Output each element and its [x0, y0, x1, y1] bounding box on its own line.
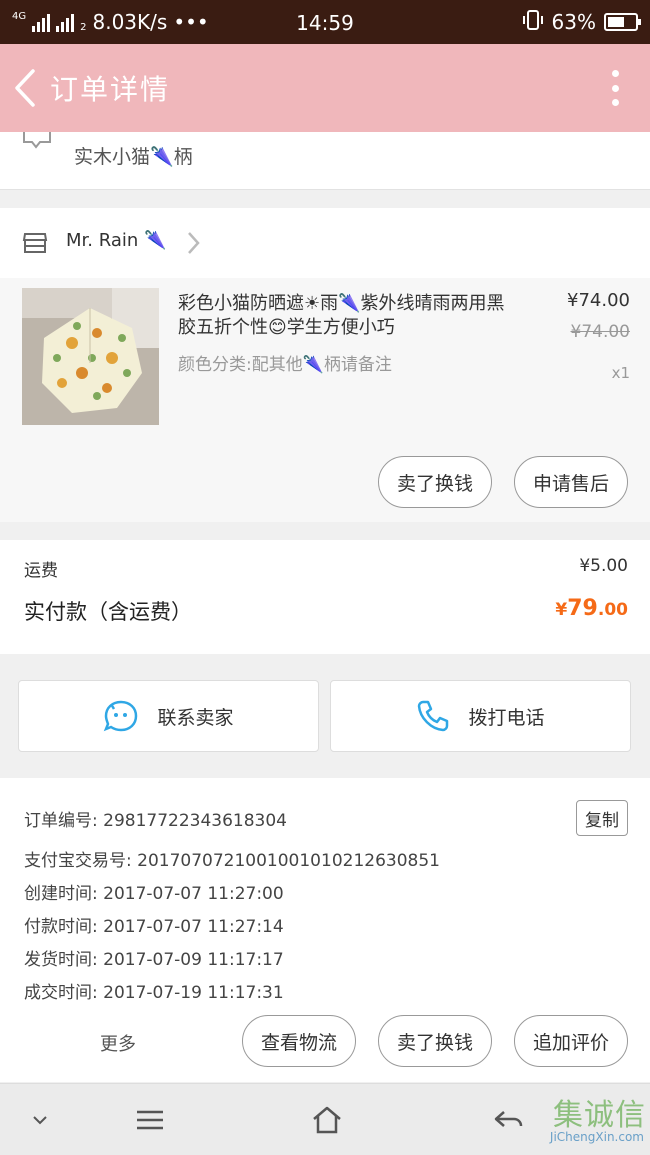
product-image[interactable] [22, 288, 159, 425]
order-number: 订单编号: 2981772234361830​4 [24, 811, 288, 831]
chat-bubble-icon [104, 700, 138, 732]
product-quantity: x1 [611, 364, 630, 382]
order-info-section: 订单编号: 2981772234361830​4 复制 支付宝交易号: 2017… [0, 778, 650, 1082]
back-nav-icon[interactable] [486, 1084, 530, 1155]
after-sale-button[interactable]: 申请售后 [514, 456, 628, 508]
paid-decimal: .00 [597, 600, 628, 620]
status-right: 63% [522, 9, 641, 36]
alipay-number: 支付宝交易号: 2017070721001001010212630851 [24, 851, 440, 871]
product-sku: 颜色分类:配其他🌂柄请备注 [178, 355, 392, 375]
menu-icon[interactable] [128, 1084, 172, 1155]
watermark-glyphs: 集诚信 [553, 1098, 646, 1133]
shipped-time: 发货时间: 2017-07-09 11:17:17 [24, 950, 284, 970]
copy-button[interactable]: 复制 [576, 800, 628, 836]
paid-time: 付款时间: 2017-07-07 11:27:14 [24, 917, 284, 937]
network-speed: 8.03K/s [92, 10, 168, 34]
chevron-right-icon [186, 230, 200, 260]
shop-icon [22, 231, 48, 259]
product-title[interactable]: 彩色小猫防晒遮☀雨🌂紫外线晴雨两用黑胶五折个性😊学生方便小巧 [178, 292, 518, 340]
back-arrow-icon [15, 69, 35, 107]
sim-label: 2 [80, 21, 87, 33]
paid-integer: 79 [567, 596, 598, 621]
product-original-price: ¥74.00 [570, 322, 630, 342]
home-icon[interactable] [305, 1084, 349, 1155]
add-review-button[interactable]: 追加评价 [514, 1015, 628, 1067]
call-button[interactable]: 拨打电话 [330, 680, 631, 752]
more-link[interactable]: 更多 [100, 1030, 136, 1056]
back-button[interactable] [0, 44, 50, 132]
contact-seller-button[interactable]: 联系卖家 [18, 680, 319, 752]
shop-name[interactable]: Mr. Rain 🌂 [66, 230, 166, 251]
chevron-down-icon[interactable] [20, 1084, 60, 1155]
notification-dots: ••• [173, 10, 209, 34]
more-menu-icon[interactable] [610, 70, 620, 106]
status-left: 4G 2 8.03K/s ••• [12, 10, 522, 34]
created-time: 创建时间: 2017-07-07 11:27:00 [24, 884, 284, 904]
shipping-value: ¥5.00 [579, 556, 628, 576]
view-logistics-button[interactable]: 查看物流 [242, 1015, 356, 1067]
paid-label: 实付款（含运费） [24, 600, 192, 624]
fee-section: 运费 ¥5.00 实付款（含运费） ¥79.00 [0, 540, 650, 654]
resell-bottom-button[interactable]: 卖了换钱 [378, 1015, 492, 1067]
paid-value: ¥79.00 [555, 596, 628, 621]
shop-row[interactable]: Mr. Rain 🌂 [0, 208, 650, 278]
completed-time: 成交时间: 2017-07-19 11:17:31 [24, 983, 284, 1003]
contact-seller-label: 联系卖家 [157, 706, 234, 729]
resell-button[interactable]: 卖了换钱 [378, 456, 492, 508]
contact-row: 联系卖家 拨打电话 [0, 680, 650, 752]
remark-section: 实木小猫🌂柄 [0, 132, 650, 190]
order-item[interactable]: 彩色小猫防晒遮☀雨🌂紫外线晴雨两用黑胶五折个性😊学生方便小巧 颜色分类:配其他🌂… [0, 278, 650, 522]
status-bar: 4G 2 8.03K/s ••• 14:59 63% [0, 0, 650, 44]
battery-fill [608, 17, 625, 27]
page-title: 订单详情 [50, 73, 171, 106]
vibrate-icon [522, 9, 544, 36]
watermark-url: JiChengXin.com [549, 1130, 644, 1144]
signal-icon [32, 12, 51, 32]
network-label: 4G [12, 10, 27, 22]
remark-text: 实木小猫🌂柄 [74, 146, 193, 168]
phone-icon [418, 700, 449, 732]
title-bar: 订单详情 [0, 44, 650, 132]
paid-currency: ¥ [555, 600, 568, 620]
product-price: ¥74.00 [567, 290, 630, 311]
shipping-label: 运费 [24, 561, 58, 581]
signal-2-icon [56, 12, 75, 32]
call-label: 拨打电话 [468, 706, 545, 729]
watermark-logo: 集诚信 JiChengXin.com [532, 1090, 650, 1150]
message-icon [22, 130, 52, 154]
battery-percent: 63% [551, 10, 596, 34]
battery-icon [604, 13, 641, 31]
